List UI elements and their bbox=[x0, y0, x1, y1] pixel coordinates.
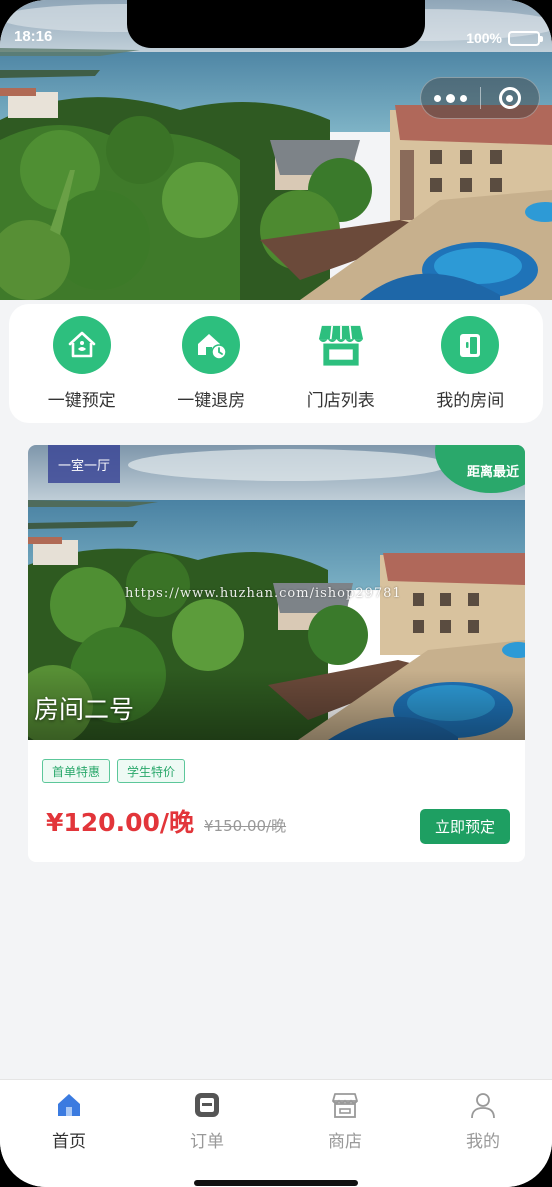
store-awning-icon bbox=[312, 316, 370, 374]
quick-menu: 一键预定 一键退房 门店列表 我的房间 bbox=[9, 304, 543, 423]
order-icon bbox=[195, 1093, 219, 1117]
tag-student: 学生特价 bbox=[117, 759, 186, 783]
tab-label: 我的 bbox=[466, 1132, 500, 1152]
room-name: 房间二号 bbox=[34, 695, 135, 724]
quick-item-stores[interactable]: 门店列表 bbox=[286, 316, 396, 411]
price-row: ¥120.00/晚 ¥150.00/晚 bbox=[46, 803, 286, 839]
quick-label: 一键退房 bbox=[177, 391, 246, 411]
tab-label: 商店 bbox=[328, 1132, 362, 1152]
tab-shop[interactable]: 商店 bbox=[276, 1080, 414, 1187]
quick-item-my-room[interactable]: 我的房间 bbox=[415, 316, 525, 411]
current-price: ¥120.00/晚 bbox=[46, 808, 194, 837]
quick-label: 我的房间 bbox=[436, 391, 505, 411]
home-indicator bbox=[194, 1180, 358, 1186]
house-clock-icon bbox=[182, 316, 241, 374]
quick-item-checkout[interactable]: 一键退房 bbox=[156, 316, 266, 411]
target-circle-icon[interactable] bbox=[481, 78, 540, 118]
bottom-tab-bar: 首页 订单 商店 我的 bbox=[0, 1079, 552, 1187]
room-card[interactable]: 一室一厅 距离最近 https://www.huzhan.com/ishop29… bbox=[28, 445, 525, 862]
room-photo: 一室一厅 距离最近 https://www.huzhan.com/ishop29… bbox=[28, 445, 525, 740]
status-battery: 100% bbox=[466, 30, 543, 46]
tab-label: 订单 bbox=[190, 1132, 224, 1152]
quick-label: 门店列表 bbox=[306, 391, 375, 411]
more-dots-icon[interactable] bbox=[421, 78, 480, 118]
tab-home[interactable]: 首页 bbox=[0, 1080, 138, 1187]
watermark-text: https://www.huzhan.com/ishop29781 bbox=[125, 586, 402, 601]
battery-percent: 100% bbox=[466, 30, 502, 46]
original-price: ¥150.00/晚 bbox=[204, 817, 287, 835]
tag-first-order: 首单特惠 bbox=[42, 759, 111, 783]
nearest-badge: 距离最近 bbox=[466, 465, 519, 480]
tab-mine[interactable]: 我的 bbox=[414, 1080, 552, 1187]
device-notch bbox=[127, 0, 425, 48]
battery-icon bbox=[508, 30, 543, 46]
home-icon bbox=[58, 1094, 80, 1116]
shop-icon bbox=[332, 1093, 358, 1118]
book-now-button[interactable]: 立即预定 bbox=[420, 809, 510, 844]
quick-item-booking[interactable]: 一键预定 bbox=[27, 316, 137, 411]
phone-screen: 18:16 100% 一键预定 一键退房 门店列表 我的房间 一室一厅 距离最近… bbox=[0, 0, 552, 1187]
tab-orders[interactable]: 订单 bbox=[138, 1080, 276, 1187]
tab-label: 首页 bbox=[52, 1132, 86, 1152]
mini-program-capsule bbox=[420, 77, 540, 119]
booking-house-icon bbox=[52, 316, 111, 374]
room-tags: 首单特惠 学生特价 bbox=[42, 759, 186, 783]
quick-label: 一键预定 bbox=[47, 391, 116, 411]
door-icon bbox=[441, 316, 500, 374]
room-type-badge: 一室一厅 bbox=[48, 445, 120, 483]
status-time: 18:16 bbox=[14, 28, 53, 45]
user-icon bbox=[471, 1093, 495, 1119]
